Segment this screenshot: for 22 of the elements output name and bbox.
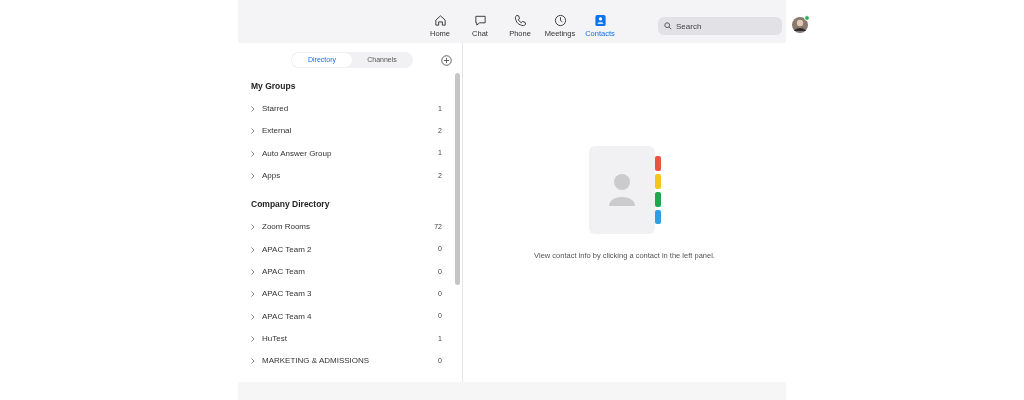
avatar-icon[interactable] <box>792 14 810 33</box>
scrollbar-thumb[interactable] <box>455 73 460 285</box>
chevron-icon <box>251 291 255 298</box>
chevron-icon <box>251 128 255 135</box>
chevron-icon <box>251 173 255 180</box>
add-icon[interactable] <box>441 54 452 66</box>
chevron-icon <box>251 224 255 231</box>
chevron-icon <box>251 313 255 320</box>
home-icon <box>433 14 447 27</box>
contacts-icon <box>593 14 607 27</box>
chevron-icon <box>251 246 255 253</box>
chevron-icon <box>251 335 255 342</box>
chevron-icon <box>251 358 255 365</box>
clock-icon <box>553 14 567 27</box>
section-heading: Company Directory <box>251 198 331 212</box>
section-heading: My Groups <box>251 80 297 94</box>
chevron-icon <box>251 150 255 157</box>
phone-icon <box>513 14 527 27</box>
search-field[interactable]: Search <box>658 17 782 35</box>
chat-icon <box>473 14 487 27</box>
chevron-icon <box>251 268 255 275</box>
chevron-icon <box>251 106 255 113</box>
